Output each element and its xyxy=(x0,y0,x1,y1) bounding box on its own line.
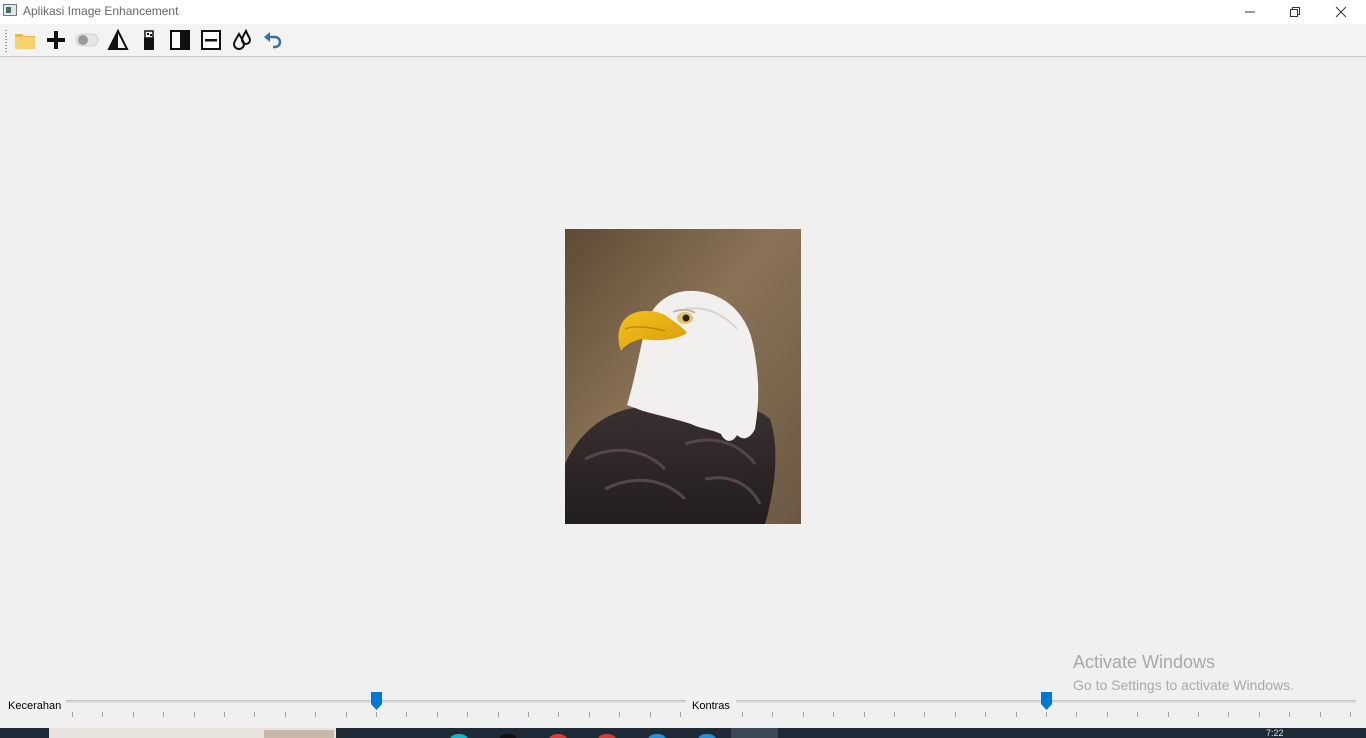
slider-tick xyxy=(315,712,317,717)
slider-tick xyxy=(802,712,804,717)
add-button[interactable] xyxy=(43,27,69,53)
triangle-icon xyxy=(107,29,129,50)
slider-tick xyxy=(284,712,286,717)
toggle-button[interactable] xyxy=(74,27,100,53)
toggle-switch-icon xyxy=(75,33,99,47)
toolbar xyxy=(0,24,1366,57)
slider-tick xyxy=(467,712,469,717)
brightness-label: Kecerahan xyxy=(8,700,62,712)
folder-icon xyxy=(15,34,35,49)
slider-tick xyxy=(1167,712,1169,717)
minimize-icon xyxy=(1245,11,1255,13)
minus-box-icon xyxy=(201,30,221,50)
slider-tick xyxy=(954,712,956,717)
slider-tick xyxy=(894,712,895,717)
slider-tick xyxy=(1076,712,1078,717)
slider-tick xyxy=(1228,712,1230,717)
taskbar-active-app[interactable] xyxy=(731,728,778,738)
open-file-button[interactable] xyxy=(12,27,38,53)
brightness-slider-ticks xyxy=(66,712,686,717)
slider-tick xyxy=(1015,712,1017,717)
slider-tick xyxy=(406,712,408,717)
close-button[interactable] xyxy=(1318,0,1364,24)
taskbar-app-icon[interactable] xyxy=(646,734,668,738)
slider-tick xyxy=(1289,712,1291,717)
taskbar-app-icon[interactable] xyxy=(547,734,569,738)
slider-tick xyxy=(863,712,865,717)
slider-tick xyxy=(436,712,438,717)
slider-tick xyxy=(193,712,195,717)
slider-tick xyxy=(680,712,681,717)
activation-watermark-title: Activate Windows xyxy=(1073,652,1216,672)
taskbar-thumbnail[interactable] xyxy=(49,728,336,738)
brightness-slider-handle[interactable] xyxy=(371,692,382,710)
slider-tick xyxy=(1046,712,1047,717)
subtract-button[interactable] xyxy=(198,27,224,53)
slider-tick xyxy=(254,712,256,717)
half-contrast-button[interactable] xyxy=(167,27,193,53)
title-bar: Aplikasi Image Enhancement xyxy=(0,0,1366,24)
slider-tick xyxy=(772,712,774,717)
slider-tick xyxy=(924,712,926,717)
taskbar-clock: 7:22 xyxy=(1266,728,1284,738)
slider-tick xyxy=(376,712,377,717)
slider-tick xyxy=(497,712,499,717)
eagle-image xyxy=(565,229,801,524)
slider-tick xyxy=(132,712,134,717)
contrast-slider[interactable] xyxy=(736,692,1356,717)
slider-tick xyxy=(558,712,560,717)
taskbar: 7:22 xyxy=(0,728,1366,738)
slider-tick xyxy=(1198,712,1199,717)
brightness-slider[interactable] xyxy=(66,692,686,717)
taskbar-app-icon[interactable] xyxy=(596,734,618,738)
restore-button[interactable] xyxy=(1272,0,1318,24)
toolbar-grip[interactable] xyxy=(5,30,7,52)
slider-tick xyxy=(1137,712,1139,717)
slider-tick xyxy=(163,712,165,717)
triangle-button[interactable] xyxy=(105,27,131,53)
taskbar-app-icon[interactable] xyxy=(497,734,519,738)
taskbar-app-icon[interactable] xyxy=(696,734,718,738)
slider-tick xyxy=(649,712,651,717)
undo-arrow-icon xyxy=(264,32,282,49)
contrast-slider-handle[interactable] xyxy=(1041,692,1052,710)
plus-icon xyxy=(47,31,65,49)
undo-button[interactable] xyxy=(260,27,286,53)
taskbar-app-icon[interactable] xyxy=(448,734,470,738)
slider-tick xyxy=(833,712,835,717)
window-title: Aplikasi Image Enhancement xyxy=(23,4,179,18)
slider-tick xyxy=(588,712,590,717)
slider-tick xyxy=(102,712,104,717)
slider-tick xyxy=(1350,712,1351,717)
contrast-slider-ticks xyxy=(736,712,1356,717)
drops-button[interactable] xyxy=(229,27,255,53)
contrast-label: Kontras xyxy=(692,700,730,712)
slider-tick xyxy=(742,712,743,717)
slider-tick xyxy=(619,712,621,717)
noise-button[interactable] xyxy=(136,27,162,53)
half-square-icon xyxy=(170,30,190,50)
slider-tick xyxy=(224,712,225,717)
bottle-icon xyxy=(144,30,154,50)
drops-icon xyxy=(232,29,252,50)
slider-tick xyxy=(72,712,73,717)
slider-tick xyxy=(1319,712,1321,717)
slider-tick xyxy=(1106,712,1108,717)
minimize-button[interactable] xyxy=(1227,0,1273,24)
restore-icon xyxy=(1290,7,1300,17)
app-icon xyxy=(3,4,17,16)
slider-tick xyxy=(528,712,529,717)
activation-watermark-subtitle: Go to Settings to activate Windows. xyxy=(1073,677,1294,693)
close-icon xyxy=(1335,6,1347,18)
slider-tick xyxy=(985,712,987,717)
slider-tick xyxy=(345,712,347,717)
slider-tick xyxy=(1258,712,1260,717)
